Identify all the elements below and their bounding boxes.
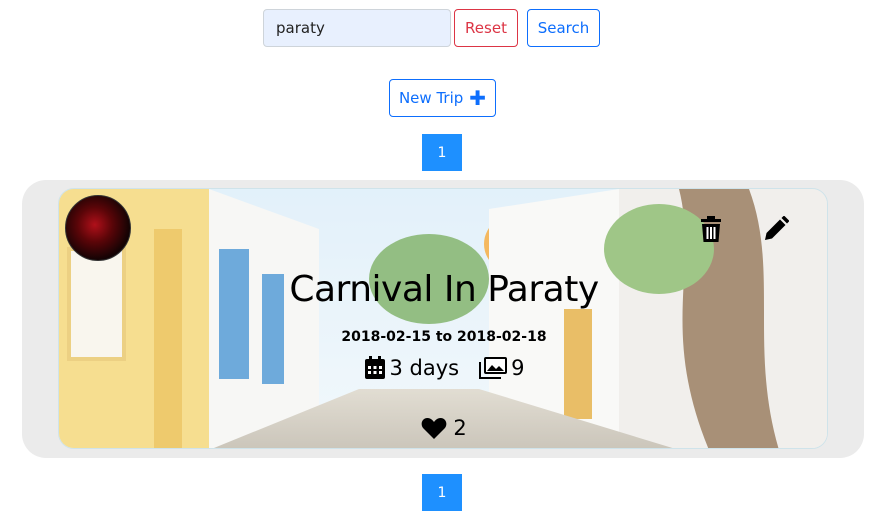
- search-button[interactable]: Search: [527, 9, 600, 47]
- duration-value: 3 days: [389, 356, 460, 380]
- calendar-icon: [364, 356, 385, 379]
- heart-icon[interactable]: [421, 417, 447, 439]
- reset-button[interactable]: Reset: [454, 9, 518, 47]
- duration-stat: 3 days: [364, 356, 460, 380]
- plus-icon: ✚: [469, 86, 487, 110]
- avatar[interactable]: [65, 195, 131, 261]
- like-stat[interactable]: 2: [59, 416, 827, 440]
- pagination-page-top[interactable]: 1: [422, 134, 462, 171]
- search-input[interactable]: [263, 9, 451, 47]
- pagination-page-bottom[interactable]: 1: [422, 474, 462, 511]
- trip-title: Carnival In Paraty: [289, 269, 599, 310]
- likes-count: 2: [453, 416, 467, 440]
- new-trip-button[interactable]: New Trip ✚: [389, 79, 496, 117]
- trip-stats: 3 days 9: [59, 356, 827, 380]
- new-trip-label: New Trip: [398, 89, 464, 107]
- trash-icon[interactable]: [699, 216, 723, 242]
- photos-count: 9: [511, 356, 525, 380]
- photos-stat: 9: [479, 356, 524, 380]
- trip-card[interactable]: Carnival In Paraty 2018-02-15 to 2018-02…: [58, 188, 828, 449]
- images-icon: [479, 357, 508, 379]
- trip-dates: 2018-02-15 to 2018-02-18: [341, 329, 547, 345]
- pencil-icon[interactable]: [763, 216, 789, 242]
